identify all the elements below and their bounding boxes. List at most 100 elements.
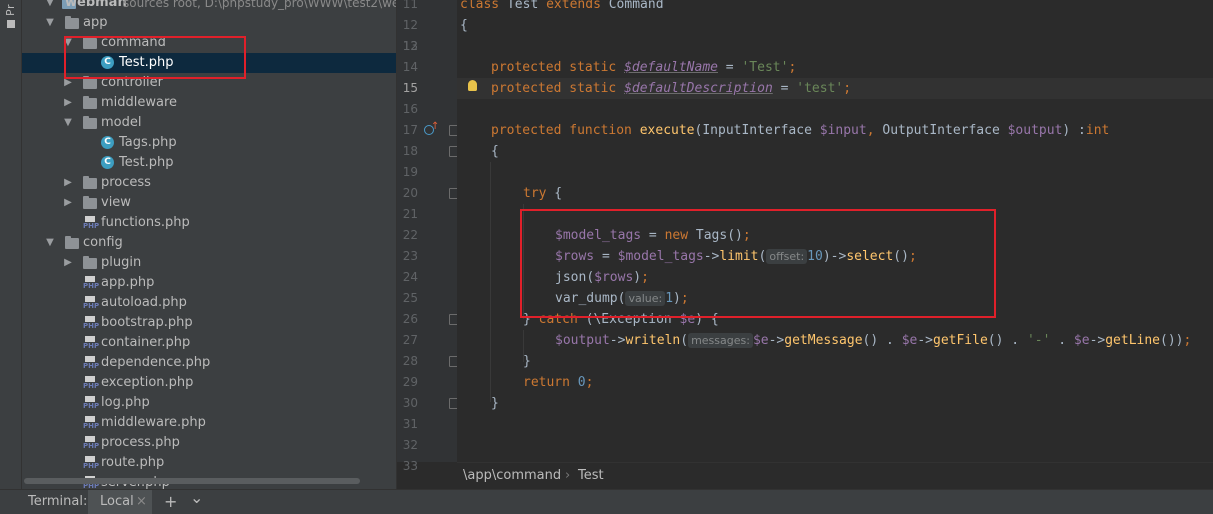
line-number: 12 bbox=[402, 18, 418, 32]
line-number: 30 bbox=[402, 396, 418, 410]
file-label: dependence.php bbox=[101, 355, 211, 370]
tree-row-config-file[interactable]: PHP exception.php bbox=[22, 373, 396, 393]
close-icon[interactable]: × bbox=[136, 490, 147, 514]
line-number: 25 bbox=[402, 291, 418, 305]
tree-row-config-file[interactable]: PHP log.php bbox=[22, 393, 396, 413]
tree-row-config-file[interactable]: PHP dependence.php bbox=[22, 353, 396, 373]
intention-bulb-icon[interactable] bbox=[468, 80, 477, 91]
project-tool-label[interactable]: Pr bbox=[4, 4, 17, 16]
line-number: 24 bbox=[402, 270, 418, 284]
php-file-icon: PHP bbox=[83, 396, 100, 410]
chevron-down-icon[interactable]: ⌄ bbox=[190, 486, 203, 510]
code-line-15: protected static $defaultDescription = '… bbox=[491, 81, 852, 96]
terminal-label: Terminal: bbox=[28, 494, 88, 509]
file-label: autoload.php bbox=[101, 295, 187, 310]
folder-label-config: config bbox=[83, 235, 123, 250]
line-number: 28 bbox=[402, 354, 418, 368]
chevron-down-icon[interactable]: ▼ bbox=[44, 0, 56, 13]
php-file-icon: PHP bbox=[83, 456, 100, 470]
file-label: exception.php bbox=[101, 375, 194, 390]
folder-icon bbox=[83, 96, 97, 109]
folder-label-process: process bbox=[101, 175, 151, 190]
line-number: 22 bbox=[402, 228, 418, 242]
line-number: 23 bbox=[402, 249, 418, 263]
breadcrumb-separator-icon: › bbox=[565, 468, 571, 483]
tree-row-config[interactable]: ▼ config bbox=[22, 233, 396, 253]
folder-label-plugin: plugin bbox=[101, 255, 142, 270]
chevron-down-icon[interactable]: ▼ bbox=[44, 13, 56, 33]
editor-gutter[interactable]: 11 12 12 13 14 15 16 17 18 19 20 21 22 2… bbox=[397, 0, 458, 473]
folder-icon bbox=[83, 116, 97, 129]
folder-icon bbox=[83, 176, 97, 189]
tree-row-model-test[interactable]: C Test.php bbox=[22, 153, 396, 173]
override-arrow-icon[interactable]: ↑ bbox=[431, 121, 439, 132]
code-line-29: return 0; bbox=[523, 375, 594, 390]
chevron-right-icon[interactable]: ▶ bbox=[62, 193, 74, 213]
file-label: bootstrap.php bbox=[101, 315, 193, 330]
root-folder-hint: sources root, D:\phpstudy_pro\WWW\test2\… bbox=[123, 0, 396, 10]
tree-row-functions[interactable]: PHP functions.php bbox=[22, 213, 396, 233]
chevron-down-icon[interactable]: ▼ bbox=[62, 113, 74, 133]
code-line-17: protected function execute(InputInterfac… bbox=[491, 123, 1110, 138]
tree-row-config-file[interactable]: PHP autoload.php bbox=[22, 293, 396, 313]
tree-row-middleware[interactable]: ▶ middleware bbox=[22, 93, 396, 113]
tree-row-config-file[interactable]: PHP process.php bbox=[22, 433, 396, 453]
php-file-icon: PHP bbox=[83, 416, 100, 430]
php-file-icon: PHP bbox=[83, 356, 100, 370]
line-number: 26 bbox=[402, 312, 418, 326]
tree-row-config-file[interactable]: PHP container.php bbox=[22, 333, 396, 353]
terminal-tab-local[interactable]: Local × bbox=[88, 490, 152, 514]
tree-row-config-file[interactable]: PHP bootstrap.php bbox=[22, 313, 396, 333]
terminal-bar: Terminal: Local × + ⌄ bbox=[0, 486, 1213, 514]
file-label: container.php bbox=[101, 335, 191, 350]
php-file-icon: PHP bbox=[83, 336, 100, 350]
tool-window-strip: Pr bbox=[0, 0, 22, 489]
folder-icon bbox=[83, 256, 97, 269]
tree-row-config-file[interactable]: PHP middleware.php bbox=[22, 413, 396, 433]
line-number: 11 bbox=[402, 0, 418, 11]
chevron-down-icon[interactable]: ▼ bbox=[44, 233, 56, 253]
chevron-right-icon[interactable]: ▶ bbox=[62, 253, 74, 273]
file-label: log.php bbox=[101, 395, 150, 410]
tree-row-root[interactable]: ▼ webman sources root, D:\phpstudy_pro\W… bbox=[22, 0, 396, 13]
tree-row-config-file[interactable]: PHP route.php bbox=[22, 453, 396, 473]
line-number: 33 bbox=[402, 459, 418, 473]
code-line-28: } bbox=[523, 354, 531, 369]
file-label-model-test: Test.php bbox=[119, 155, 174, 170]
tree-row-view[interactable]: ▶ view bbox=[22, 193, 396, 213]
line-number: 19 bbox=[402, 165, 418, 179]
file-label: middleware.php bbox=[101, 415, 206, 430]
tree-row-process[interactable]: ▶ process bbox=[22, 173, 396, 193]
chevron-right-icon[interactable]: ▶ bbox=[62, 93, 74, 113]
breadcrumb-item[interactable]: Test bbox=[578, 463, 604, 489]
parameter-hint: messages: bbox=[688, 333, 753, 348]
php-file-icon: PHP bbox=[83, 376, 100, 390]
file-label: route.php bbox=[101, 455, 165, 470]
file-label-model-tags: Tags.php bbox=[119, 135, 177, 150]
tree-row-model[interactable]: ▼ model bbox=[22, 113, 396, 133]
line-number-current: 15 bbox=[402, 81, 418, 95]
file-label: process.php bbox=[101, 435, 180, 450]
tree-row-model-tags[interactable]: C Tags.php bbox=[22, 133, 396, 153]
breadcrumb: \app\command › Test bbox=[457, 462, 1213, 490]
root-folder-label: webman bbox=[65, 0, 127, 10]
terminal-tab-label: Local bbox=[100, 494, 134, 509]
indent-guide bbox=[490, 162, 491, 402]
add-terminal-icon[interactable]: + bbox=[164, 490, 177, 514]
tree-row-config-file[interactable]: PHP app.php bbox=[22, 273, 396, 293]
breadcrumb-path[interactable]: \app\command bbox=[463, 463, 561, 489]
chevron-right-icon[interactable]: ▶ bbox=[62, 173, 74, 193]
project-tool-icon[interactable] bbox=[7, 20, 15, 28]
php-file-icon: PHP bbox=[83, 276, 100, 290]
highlight-box-command bbox=[64, 36, 246, 79]
code-line-12: { bbox=[460, 18, 468, 33]
tree-row-plugin[interactable]: ▶ plugin bbox=[22, 253, 396, 273]
line-number: 29 bbox=[402, 375, 418, 389]
folder-label-model: model bbox=[101, 115, 142, 130]
tree-row-app[interactable]: ▼ app bbox=[22, 13, 396, 33]
php-file-icon: PHP bbox=[83, 316, 100, 330]
code-line-27: $output->writeln(messages: $e->getMessage… bbox=[555, 333, 1192, 348]
folder-icon bbox=[83, 196, 97, 209]
code-line-20: try { bbox=[523, 186, 563, 201]
tree-horizontal-scrollbar[interactable] bbox=[24, 478, 360, 484]
